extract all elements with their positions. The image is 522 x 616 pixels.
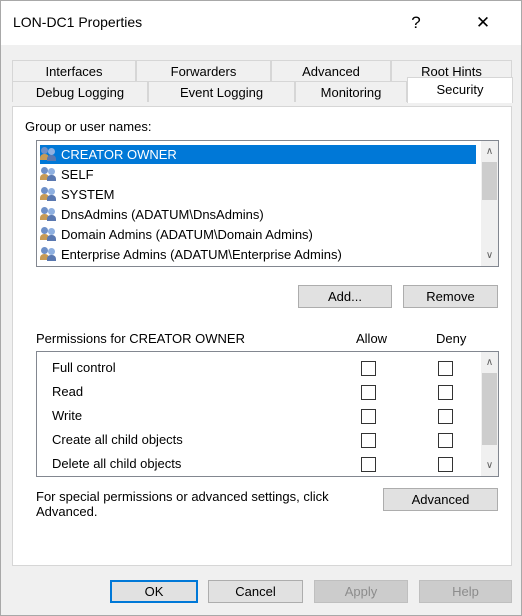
list-item[interactable]: CREATOR OWNER	[40, 145, 476, 164]
list-item[interactable]: DnsAdmins (ADATUM\DnsAdmins)	[40, 205, 264, 224]
tab-monitoring[interactable]: Monitoring	[295, 81, 407, 102]
allow-checkbox[interactable]	[361, 433, 376, 448]
advanced-button[interactable]: Advanced	[383, 488, 498, 511]
permission-name: Read	[52, 384, 84, 399]
users-icon	[40, 167, 58, 181]
scroll-up-icon[interactable]: ∧	[481, 354, 498, 371]
tab-debug-logging[interactable]: Debug Logging	[12, 81, 148, 102]
permissions-label: Permissions for CREATOR OWNER	[36, 331, 245, 346]
close-icon[interactable]: ✕	[463, 9, 503, 37]
user-list-scrollbar[interactable]: ∧ ∨	[481, 141, 498, 266]
permission-name: Write	[52, 408, 83, 423]
scroll-thumb[interactable]	[482, 373, 497, 445]
help-footer-button[interactable]: Help	[419, 580, 512, 603]
users-icon	[40, 227, 58, 241]
allow-checkbox[interactable]	[361, 361, 376, 376]
special-permissions-text-2: Advanced.	[36, 504, 98, 519]
users-icon	[40, 187, 58, 201]
deny-header: Deny	[436, 331, 467, 346]
list-item[interactable]: SYSTEM	[40, 185, 114, 204]
tab-advanced[interactable]: Advanced	[271, 60, 391, 81]
scroll-down-icon[interactable]: ∨	[481, 247, 498, 264]
cancel-button[interactable]: Cancel	[208, 580, 303, 603]
allow-header: Allow	[356, 331, 388, 346]
list-item[interactable]: SELF	[40, 165, 94, 184]
permission-name: Full control	[52, 360, 116, 375]
deny-checkbox[interactable]	[438, 457, 453, 472]
allow-checkbox[interactable]	[361, 409, 376, 424]
help-button[interactable]: ?	[396, 9, 436, 37]
tab-forwarders[interactable]: Forwarders	[136, 60, 271, 81]
allow-checkbox[interactable]	[361, 457, 376, 472]
apply-button[interactable]: Apply	[314, 580, 408, 603]
permissions-scrollbar[interactable]: ∧ ∨	[481, 352, 498, 476]
special-permissions-text: For special permissions or advanced sett…	[36, 489, 329, 504]
permission-name: Delete all child objects	[52, 456, 182, 471]
users-icon	[40, 147, 58, 161]
list-item[interactable]: Domain Admins (ADATUM\Domain Admins)	[40, 225, 313, 244]
title-bar: LON-DC1 Properties ? ✕	[1, 1, 521, 45]
scroll-thumb[interactable]	[482, 162, 497, 200]
properties-dialog: LON-DC1 Properties ? ✕ Interfaces Forwar…	[0, 0, 522, 616]
allow-checkbox[interactable]	[361, 385, 376, 400]
list-item[interactable]: Enterprise Admins (ADATUM\Enterprise Adm…	[40, 245, 342, 264]
scroll-up-icon[interactable]: ∧	[481, 143, 498, 160]
permission-name: Create all child objects	[52, 432, 183, 447]
deny-checkbox[interactable]	[438, 433, 453, 448]
remove-button[interactable]: Remove	[403, 285, 498, 308]
permissions-list[interactable]: Full control Read Write Create all child…	[36, 351, 499, 477]
deny-checkbox[interactable]	[438, 385, 453, 400]
ok-button[interactable]: OK	[110, 580, 198, 603]
group-label: Group or user names:	[25, 119, 152, 134]
scroll-down-icon[interactable]: ∨	[481, 457, 498, 474]
tab-strip: Interfaces Forwarders Advanced Root Hint…	[1, 45, 521, 105]
tab-security[interactable]: Security	[407, 77, 513, 103]
user-list[interactable]: CREATOR OWNER SELF SYSTEM DnsAdmins (ADA…	[36, 140, 499, 267]
tab-event-logging[interactable]: Event Logging	[148, 81, 295, 102]
add-button[interactable]: Add...	[298, 285, 392, 308]
users-icon	[40, 207, 58, 221]
users-icon	[40, 247, 58, 261]
deny-checkbox[interactable]	[438, 409, 453, 424]
tab-interfaces[interactable]: Interfaces	[12, 60, 136, 81]
window-title: LON-DC1 Properties	[13, 14, 143, 30]
deny-checkbox[interactable]	[438, 361, 453, 376]
security-panel: Group or user names: CREATOR OWNER SELF …	[12, 106, 512, 566]
